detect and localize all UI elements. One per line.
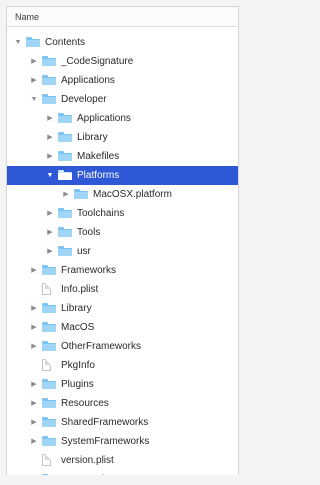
tree-row-label: Applications	[61, 75, 115, 86]
tree-row-applications[interactable]: ▶ Applications	[7, 109, 238, 128]
disclosure-collapsed-icon[interactable]: ▶	[29, 52, 39, 71]
folder-icon	[74, 189, 88, 199]
folder-icon	[42, 398, 56, 408]
tree-row-label: usr	[77, 246, 91, 257]
folder-icon	[58, 227, 72, 237]
disclosure-collapsed-icon[interactable]: ▶	[45, 223, 55, 242]
tree-row-label: Library	[61, 303, 92, 314]
tree-row-plugins[interactable]: ▶ Plugins	[7, 375, 238, 394]
disclosure-collapsed-icon[interactable]: ▶	[45, 147, 55, 166]
tree-row-toolchains[interactable]: ▶ Toolchains	[7, 204, 238, 223]
folder-icon	[26, 37, 40, 47]
tree-row-version-plist[interactable]: version.plist	[7, 451, 238, 470]
tree-row-codesignature[interactable]: ▶ _CodeSignature	[7, 52, 238, 71]
tree-row-systemframeworks[interactable]: ▶ SystemFrameworks	[7, 432, 238, 451]
tree-row-platforms[interactable]: ▼ Platforms	[7, 166, 238, 185]
disclosure-collapsed-icon[interactable]: ▶	[29, 71, 39, 90]
disclosure-collapsed-icon[interactable]: ▶	[61, 185, 71, 204]
tree-row-developer[interactable]: ▼ Developer	[7, 90, 238, 109]
folder-icon	[58, 151, 72, 161]
disclosure-collapsed-icon[interactable]: ▶	[29, 413, 39, 432]
disclosure-collapsed-icon[interactable]: ▶	[45, 242, 55, 261]
folder-icon	[42, 56, 56, 66]
tree-row-makefiles[interactable]: ▶ Makefiles	[7, 147, 238, 166]
tree-row-label: Info.plist	[61, 284, 99, 295]
tree-row-label: Platforms	[77, 170, 120, 181]
folder-icon	[42, 94, 56, 104]
folder-icon	[58, 170, 72, 180]
disclosure-collapsed-icon[interactable]: ▶	[29, 318, 39, 337]
disclosure-expanded-icon[interactable]: ▼	[13, 33, 23, 52]
folder-icon	[58, 208, 72, 218]
tree-row-label: MacOS	[61, 322, 95, 333]
folder-icon	[42, 417, 56, 427]
tree-row-label: Contents	[45, 37, 86, 48]
document-icon	[42, 283, 51, 295]
tree-row-label: _CodeSignature	[61, 56, 134, 67]
tree-row-resources[interactable]: ▶ Resources	[7, 394, 238, 413]
document-icon	[42, 454, 51, 466]
tree-row-label: Plugins	[61, 379, 94, 390]
tree-row-label: OtherFrameworks	[61, 341, 142, 352]
folder-icon	[42, 322, 56, 332]
tree-row-sharedframeworks[interactable]: ▶ SharedFrameworks	[7, 413, 238, 432]
disclosure-expanded-icon[interactable]: ▼	[29, 90, 39, 109]
disclosure-collapsed-icon[interactable]: ▶	[29, 375, 39, 394]
tree-row-info-plist[interactable]: Info.plist	[7, 280, 238, 299]
tree-row-applications[interactable]: ▶ Applications	[7, 71, 238, 90]
folder-icon	[42, 265, 56, 275]
tree-row-pkginfo[interactable]: PkgInfo	[7, 356, 238, 375]
tree-row-tools[interactable]: ▶ Tools	[7, 223, 238, 242]
tree-row-label: Frameworks	[61, 265, 117, 276]
folder-icon	[58, 113, 72, 123]
tree-row-label: Applications	[77, 113, 131, 124]
disclosure-collapsed-icon[interactable]: ▶	[45, 128, 55, 147]
tree-row-label: PkgInfo	[61, 360, 95, 371]
tree-row-library[interactable]: ▶ Library	[7, 128, 238, 147]
window-bottom-edge	[0, 475, 245, 485]
tree-row-label: Library	[77, 132, 108, 143]
tree-row-usr[interactable]: ▶ usr	[7, 242, 238, 261]
folder-icon	[42, 303, 56, 313]
disclosure-collapsed-icon[interactable]: ▶	[29, 394, 39, 413]
file-tree: ▼ Contents ▶ _CodeSignature ▶ Applications ▼ De…	[7, 27, 238, 481]
tree-row-label: SystemFrameworks	[61, 436, 150, 447]
tree-row-frameworks[interactable]: ▶ Frameworks	[7, 261, 238, 280]
disclosure-collapsed-icon[interactable]: ▶	[29, 432, 39, 451]
disclosure-collapsed-icon[interactable]: ▶	[45, 204, 55, 223]
folder-icon	[58, 132, 72, 142]
tree-row-macos[interactable]: ▶ MacOS	[7, 318, 238, 337]
tree-row-label: Tools	[77, 227, 101, 238]
tree-row-label: Toolchains	[77, 208, 125, 219]
disclosure-expanded-icon[interactable]: ▼	[45, 166, 55, 185]
name-column-header[interactable]: Name	[7, 7, 238, 27]
document-icon	[42, 359, 51, 371]
finder-window: Name ▼ Contents ▶ _CodeSignature ▶ Applicatio…	[0, 0, 245, 485]
tree-row-label: Developer	[61, 94, 107, 105]
tree-row-library[interactable]: ▶ Library	[7, 299, 238, 318]
disclosure-collapsed-icon[interactable]: ▶	[45, 109, 55, 128]
tree-row-label: Makefiles	[77, 151, 120, 162]
folder-icon	[42, 75, 56, 85]
tree-row-label: MacOSX.platform	[93, 189, 172, 200]
folder-icon	[42, 341, 56, 351]
tree-row-label: SharedFrameworks	[61, 417, 149, 428]
disclosure-collapsed-icon[interactable]: ▶	[29, 337, 39, 356]
tree-row-label: Resources	[61, 398, 109, 409]
folder-icon	[42, 379, 56, 389]
tree-row-contents[interactable]: ▼ Contents	[7, 33, 238, 52]
file-list-view: Name ▼ Contents ▶ _CodeSignature ▶ Applicatio…	[6, 6, 239, 482]
tree-row-otherframeworks[interactable]: ▶ OtherFrameworks	[7, 337, 238, 356]
folder-icon	[42, 436, 56, 446]
tree-row-macosx-platform[interactable]: ▶ MacOSX.platform	[7, 185, 238, 204]
disclosure-collapsed-icon[interactable]: ▶	[29, 299, 39, 318]
disclosure-collapsed-icon[interactable]: ▶	[29, 261, 39, 280]
tree-row-label: version.plist	[61, 455, 114, 466]
folder-icon	[58, 246, 72, 256]
